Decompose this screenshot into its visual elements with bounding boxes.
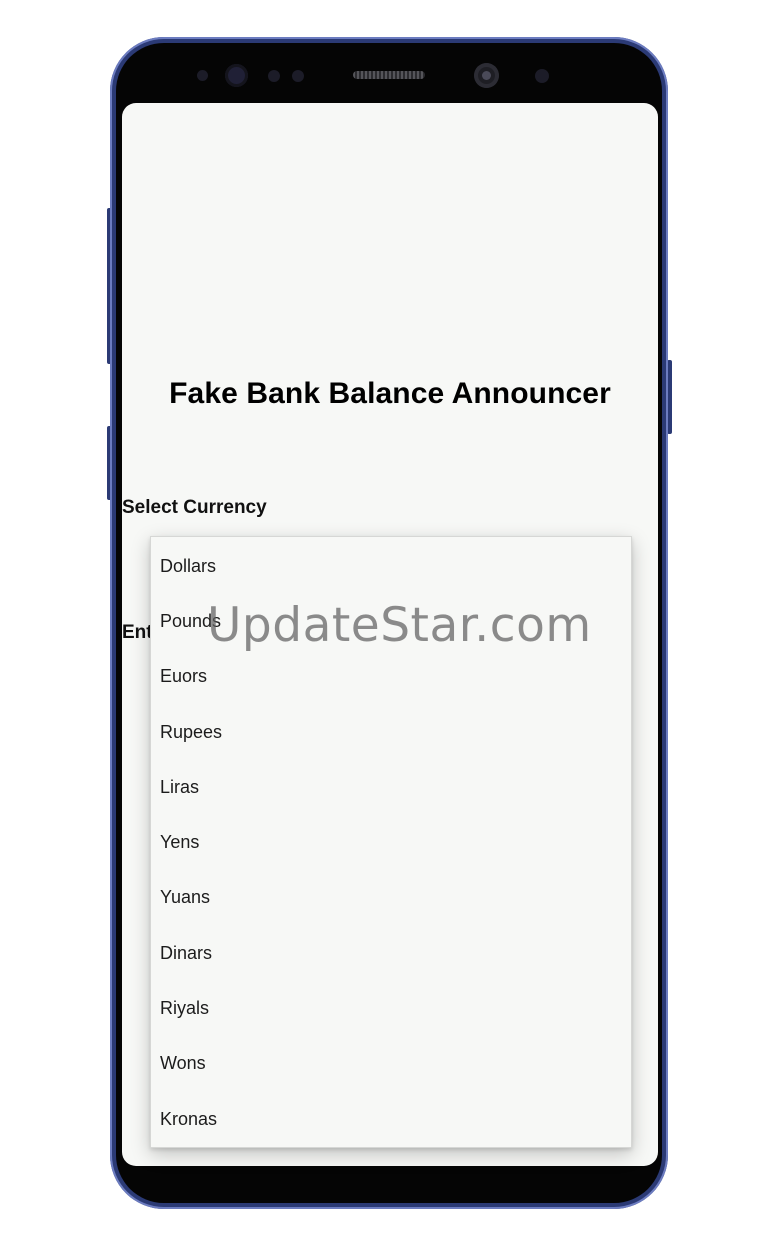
currency-option-wons[interactable]: Wons [151,1036,631,1091]
front-camera-icon [474,63,499,88]
currency-option-liras[interactable]: Liras [151,760,631,815]
earpiece-speaker [353,71,425,79]
currency-option-kronas[interactable]: Kronas [151,1092,631,1147]
watermark-text: UpdateStar.com [207,598,592,653]
enter-amount-label: Ent [122,622,153,643]
sensor-dot-icon [292,70,304,82]
currency-option-rupees[interactable]: Rupees [151,705,631,760]
select-currency-label: Select Currency [122,497,267,518]
currency-option-riyals[interactable]: Riyals [151,981,631,1036]
currency-option-dinars[interactable]: Dinars [151,926,631,981]
currency-option-yens[interactable]: Yens [151,815,631,870]
proximity-sensor-icon [197,70,208,81]
iris-led-icon [535,69,549,83]
light-sensor-icon [268,70,280,82]
currency-option-dollars[interactable]: Dollars [151,539,631,594]
currency-option-euors[interactable]: Euors [151,649,631,704]
iris-scanner-icon [225,64,248,87]
page-title: Fake Bank Balance Announcer [169,377,611,410]
currency-option-yuans[interactable]: Yuans [151,870,631,925]
